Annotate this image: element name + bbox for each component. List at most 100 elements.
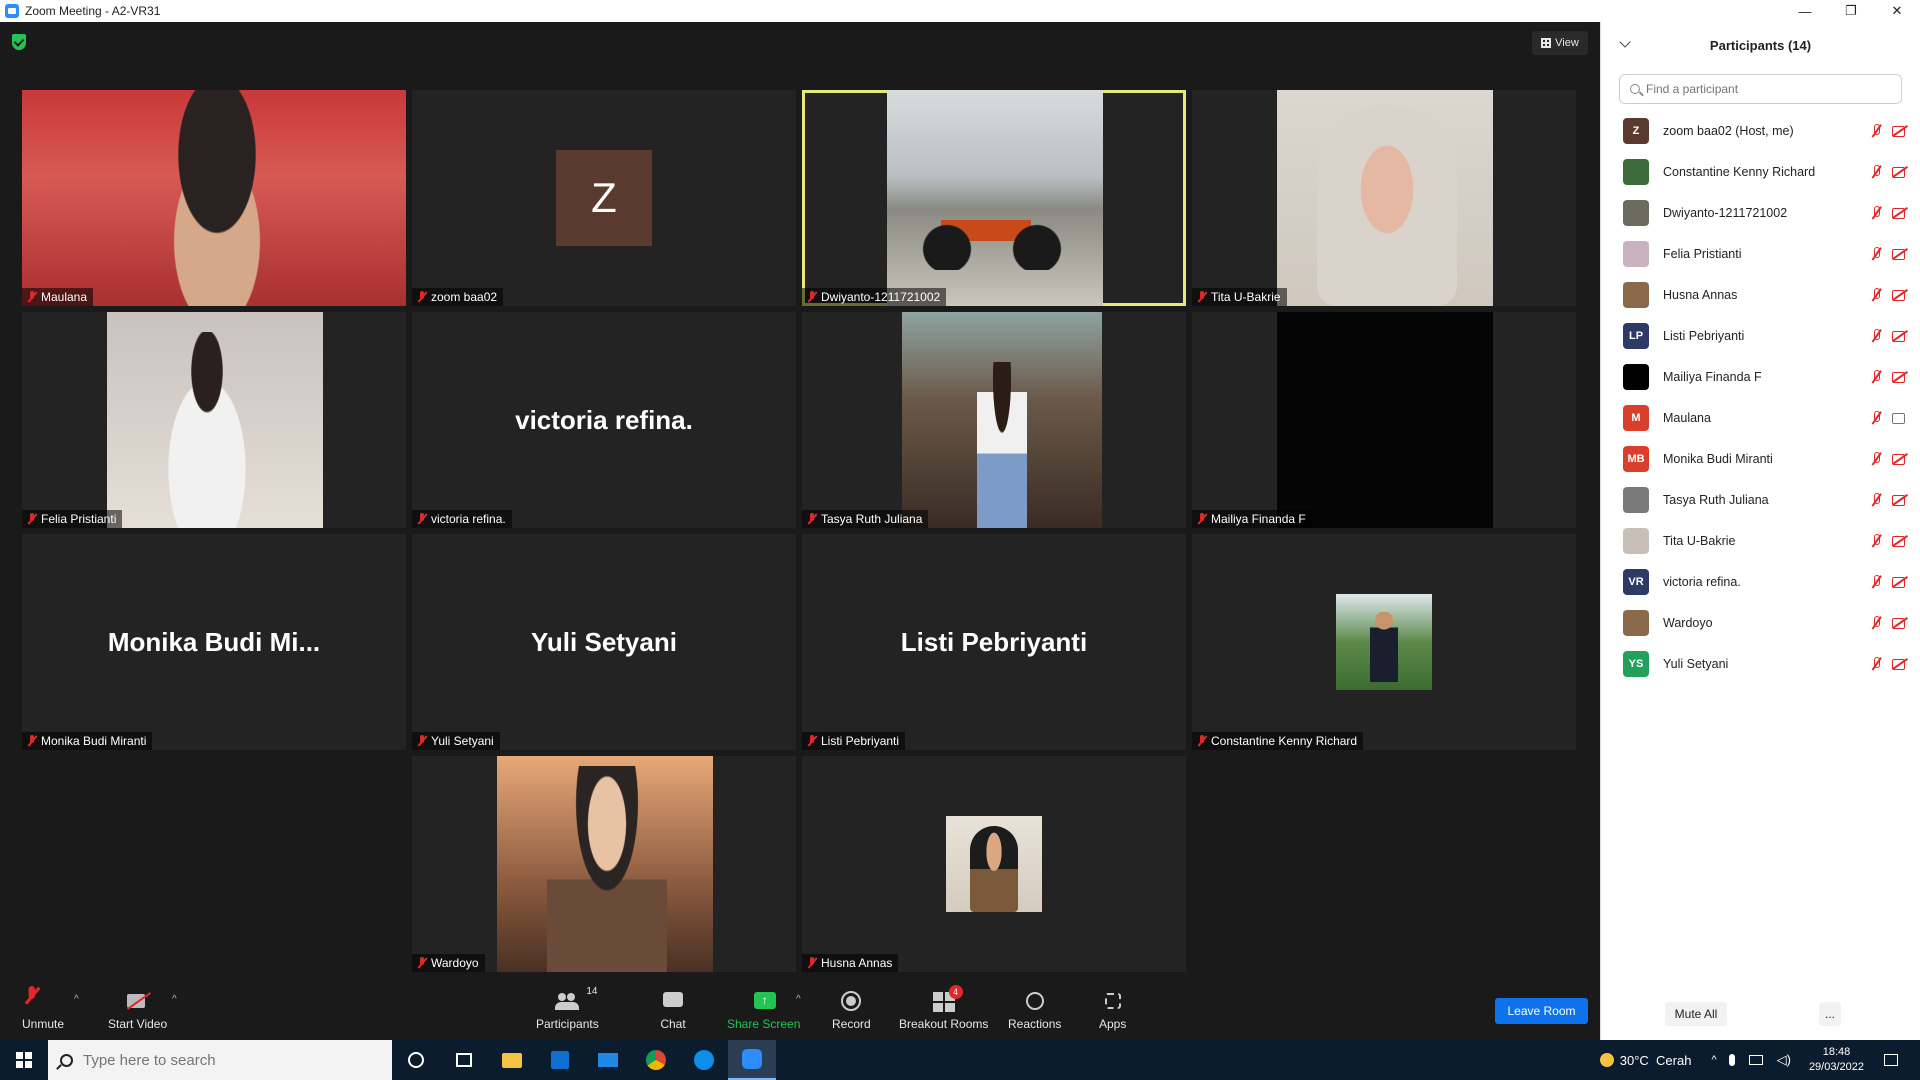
- video-tile-tita[interactable]: Tita U-Bakrie: [1192, 90, 1576, 306]
- participant-row[interactable]: Felia Pristianti: [1601, 233, 1920, 274]
- participants-button[interactable]: 14 Participants: [536, 986, 599, 1031]
- mic-muted-icon[interactable]: [1869, 411, 1883, 425]
- restore-button[interactable]: ❐: [1828, 0, 1874, 22]
- taskbar-search-input[interactable]: [83, 1051, 363, 1069]
- mic-muted-icon[interactable]: [1869, 534, 1883, 548]
- mic-muted-icon[interactable]: [1869, 616, 1883, 630]
- volume-icon[interactable]: ◁): [1777, 1052, 1791, 1068]
- mic-muted-icon[interactable]: [1869, 575, 1883, 589]
- view-button[interactable]: View: [1532, 31, 1588, 55]
- video-off-icon[interactable]: [1891, 370, 1909, 384]
- participant-name: Tita U-Bakrie: [1663, 533, 1736, 548]
- video-tile-listi[interactable]: Listi Pebriyanti Listi Pebriyanti: [802, 534, 1186, 750]
- more-options-button[interactable]: ...: [1819, 1002, 1841, 1026]
- video-off-icon[interactable]: [1891, 165, 1909, 179]
- video-off-icon[interactable]: [1891, 247, 1909, 261]
- start-button[interactable]: [0, 1040, 48, 1080]
- store-button[interactable]: [536, 1040, 584, 1080]
- mute-all-button[interactable]: Mute All: [1665, 1002, 1727, 1026]
- participant-row[interactable]: Zzoom baa02 (Host, me): [1601, 110, 1920, 151]
- video-tile-husna[interactable]: Husna Annas: [802, 756, 1186, 972]
- reactions-button[interactable]: Reactions: [1008, 990, 1061, 1031]
- video-tile-maulana[interactable]: Maulana: [22, 90, 406, 306]
- cortana-button[interactable]: [392, 1040, 440, 1080]
- video-off-icon[interactable]: [1891, 575, 1909, 589]
- collapse-chevron-icon[interactable]: [1619, 36, 1631, 48]
- video-tile-dwiyanto[interactable]: Dwiyanto-1211721002: [802, 90, 1186, 306]
- mic-muted-icon[interactable]: [1869, 329, 1883, 343]
- participant-row[interactable]: Dwiyanto-1211721002: [1601, 192, 1920, 233]
- video-off-icon[interactable]: [1891, 206, 1909, 220]
- mic-muted-icon[interactable]: [1869, 288, 1883, 302]
- unmute-button[interactable]: Unmute: [22, 986, 64, 1031]
- network-icon[interactable]: [1748, 1055, 1763, 1065]
- participant-row[interactable]: Mailiya Finanda F: [1601, 356, 1920, 397]
- show-hidden-icons-icon[interactable]: ^: [1711, 1054, 1716, 1066]
- video-tile-felia[interactable]: Felia Pristianti: [22, 312, 406, 528]
- minimize-button[interactable]: —: [1782, 0, 1828, 22]
- video-off-icon[interactable]: [1891, 329, 1909, 343]
- participant-row[interactable]: Tasya Ruth Juliana: [1601, 479, 1920, 520]
- video-on-icon[interactable]: [1891, 411, 1909, 425]
- taskbar-search[interactable]: [48, 1040, 392, 1080]
- start-video-button[interactable]: Start Video: [108, 990, 167, 1031]
- video-tile-victoria[interactable]: victoria refina. victoria refina.: [412, 312, 796, 528]
- participant-row[interactable]: M Maulana: [1601, 397, 1920, 438]
- participant-video: [497, 756, 713, 972]
- mic-muted-icon[interactable]: [1869, 452, 1883, 466]
- chrome-button[interactable]: [632, 1040, 680, 1080]
- video-off-icon[interactable]: [1891, 452, 1909, 466]
- participant-search-input[interactable]: [1646, 82, 1886, 96]
- share-options-caret-icon[interactable]: ^: [796, 994, 801, 1005]
- participant-row[interactable]: VR victoria refina.: [1601, 561, 1920, 602]
- video-tile-tasya[interactable]: Tasya Ruth Juliana: [802, 312, 1186, 528]
- share-screen-button[interactable]: ↑ Share Screen: [727, 990, 800, 1031]
- mic-muted-icon[interactable]: [1869, 247, 1883, 261]
- video-off-icon[interactable]: [1891, 288, 1909, 302]
- close-button[interactable]: ✕: [1874, 0, 1920, 22]
- file-explorer-button[interactable]: [488, 1040, 536, 1080]
- teamviewer-button[interactable]: [680, 1040, 728, 1080]
- video-off-icon[interactable]: [1891, 616, 1909, 630]
- weather-text[interactable]: 30°C Cerah: [1620, 1053, 1692, 1068]
- mic-muted-icon[interactable]: [1869, 124, 1883, 138]
- apps-button[interactable]: Apps: [1099, 990, 1126, 1031]
- notifications-icon[interactable]: [1884, 1054, 1898, 1066]
- video-tile-zoom-baa02[interactable]: Z zoom baa02: [412, 90, 796, 306]
- record-button[interactable]: Record: [832, 990, 871, 1031]
- chat-button[interactable]: Chat: [660, 990, 686, 1031]
- participant-row[interactable]: MB Monika Budi Miranti: [1601, 438, 1920, 479]
- task-view-button[interactable]: [440, 1040, 488, 1080]
- participant-row[interactable]: Tita U-Bakrie: [1601, 520, 1920, 561]
- leave-room-button[interactable]: Leave Room: [1495, 998, 1588, 1024]
- video-tile-wardoyo[interactable]: Wardoyo: [412, 756, 796, 972]
- mic-muted-icon[interactable]: [1869, 657, 1883, 671]
- zoom-taskbar-button[interactable]: [728, 1040, 776, 1080]
- breakout-rooms-button[interactable]: 4 Breakout Rooms: [899, 985, 988, 1031]
- video-off-icon[interactable]: [1891, 534, 1909, 548]
- participant-row[interactable]: Constantine Kenny Richard: [1601, 151, 1920, 192]
- video-tile-constantine[interactable]: Constantine Kenny Richard: [1192, 534, 1576, 750]
- mic-muted-icon[interactable]: [1869, 370, 1883, 384]
- mic-muted-icon[interactable]: [1869, 165, 1883, 179]
- video-tile-mailiya[interactable]: Mailiya Finanda F: [1192, 312, 1576, 528]
- participant-row[interactable]: YS Yuli Setyani: [1601, 643, 1920, 684]
- video-tile-yuli[interactable]: Yuli Setyani Yuli Setyani: [412, 534, 796, 750]
- video-off-icon[interactable]: [1891, 657, 1909, 671]
- mic-muted-icon[interactable]: [1869, 493, 1883, 507]
- participant-row[interactable]: Husna Annas: [1601, 274, 1920, 315]
- mic-muted-icon[interactable]: [1869, 206, 1883, 220]
- mail-button[interactable]: [584, 1040, 632, 1080]
- participant-row[interactable]: LP Listi Pebriyanti: [1601, 315, 1920, 356]
- video-tile-monika[interactable]: Monika Budi Mi... Monika Budi Miranti: [22, 534, 406, 750]
- encryption-shield-icon[interactable]: [12, 34, 26, 50]
- participant-row[interactable]: Wardoyo: [1601, 602, 1920, 643]
- video-off-icon[interactable]: [1891, 493, 1909, 507]
- clock[interactable]: 18:48 29/03/2022: [1809, 1045, 1864, 1075]
- participant-search[interactable]: [1619, 74, 1902, 104]
- video-off-icon[interactable]: [1891, 124, 1909, 138]
- audio-options-caret-icon[interactable]: ^: [74, 994, 79, 1005]
- microphone-icon[interactable]: [1728, 1054, 1735, 1066]
- video-options-caret-icon[interactable]: ^: [172, 994, 177, 1005]
- participant-display-name: Listi Pebriyanti: [900, 626, 1088, 657]
